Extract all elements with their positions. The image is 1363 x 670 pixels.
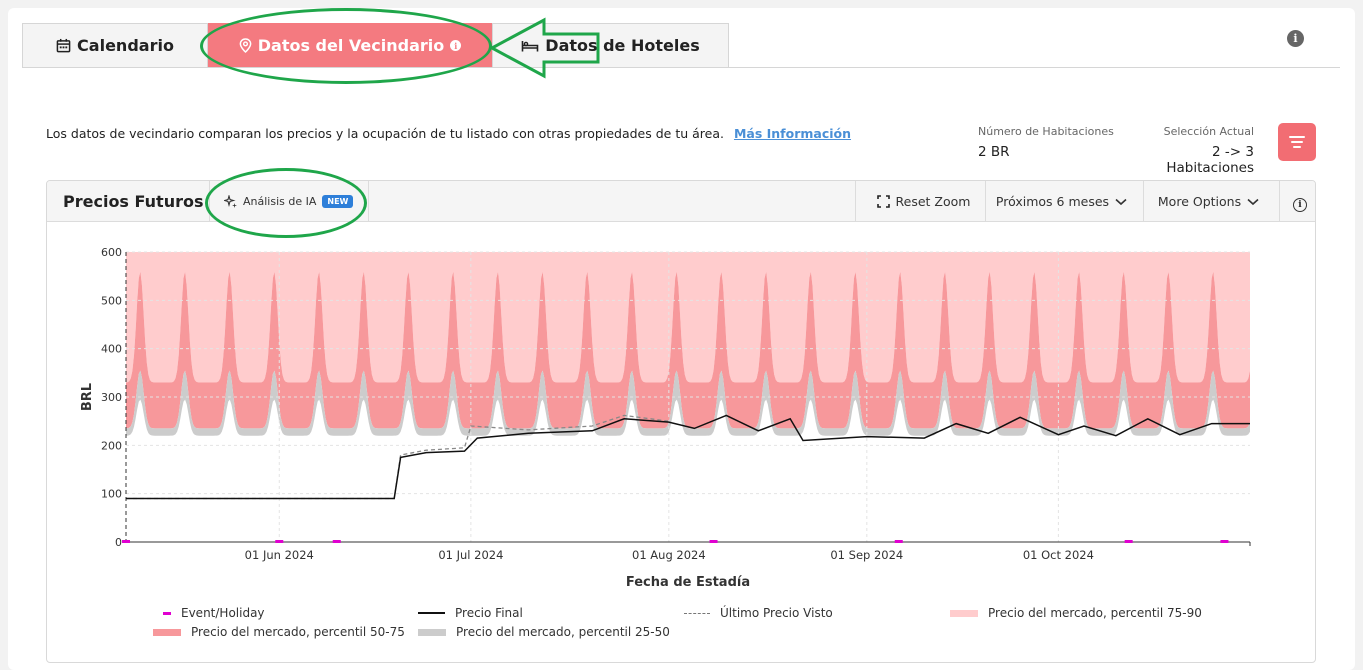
event-holiday-marker [1220, 540, 1229, 543]
legend-label: Último Precio Visto [720, 606, 833, 620]
info-icon[interactable]: i [1287, 30, 1304, 47]
legend-label: Precio Final [455, 606, 523, 620]
legend-p75-90: Precio del mercado, percentil 75-90 [950, 606, 1202, 620]
description-text: Los datos de vecindario comparan los pre… [46, 126, 724, 141]
event-holiday-marker [894, 540, 903, 543]
info-icon[interactable]: i [1293, 198, 1307, 212]
legend-label: Precio del mercado, percentil 25-50 [456, 625, 670, 639]
x-axis-title: Fecha de Estadía [626, 575, 750, 590]
tab-divider [22, 67, 1340, 68]
y-tick-label: 500 [101, 294, 122, 307]
y-tick-label: 600 [101, 246, 122, 259]
event-holiday-marker [122, 540, 130, 543]
legend-p50-75: Precio del mercado, percentil 50-75 [153, 625, 405, 639]
range-select[interactable]: Próximos 6 meses [985, 181, 1143, 222]
chevron-down-icon [1247, 198, 1259, 205]
legend-p25-50: Precio del mercado, percentil 25-50 [418, 625, 670, 639]
selection-value: 2 -> 3 Habitaciones [1166, 144, 1254, 176]
panel-title: Precios Futuros [63, 192, 204, 211]
annotation-ellipse-tab [200, 8, 492, 84]
legend-swatch-final [418, 612, 445, 614]
x-tick-label: 01 Aug 2024 [632, 548, 706, 562]
x-tick-label: 01 Sep 2024 [830, 548, 903, 562]
reset-zoom-label: Reset Zoom [895, 194, 971, 209]
legend-swatch-p50-75 [153, 628, 181, 636]
page: Calendario Datos del Vecindario i Datos … [8, 8, 1355, 670]
filter-icon [1289, 136, 1305, 138]
rooms-value: 2 BR [978, 144, 1010, 160]
more-options-label: More Options [1157, 194, 1242, 209]
legend-swatch-dashed [684, 612, 710, 614]
reset-zoom-button[interactable]: Reset Zoom [855, 181, 985, 222]
selection-label: Selección Actual [1163, 125, 1254, 138]
legend-event-holiday: Event/Holiday [163, 606, 265, 620]
x-tick-label: 01 Jul 2024 [438, 548, 503, 562]
x-tick-label: 01 Oct 2024 [1023, 548, 1094, 562]
event-holiday-marker [332, 540, 341, 543]
range-select-value: Próximos 6 meses [995, 194, 1110, 209]
x-tick-label: 01 Jun 2024 [245, 548, 314, 562]
y-axis-title: BRL [80, 383, 95, 411]
legend-ultimo-precio: Último Precio Visto [684, 606, 833, 620]
filter-icon-line [1293, 146, 1301, 148]
zoom-reset-icon [876, 195, 890, 208]
rooms-stat: Número de Habitaciones 2 BR [978, 125, 1114, 160]
y-tick-label: 300 [101, 391, 122, 404]
chevron-down-icon [1115, 198, 1127, 205]
legend-swatch-p25-50 [418, 628, 446, 636]
legend-label: Event/Holiday [181, 606, 265, 620]
calendar-icon [56, 38, 71, 53]
future-prices-panel: Precios Futuros Análisis de IA NEW Reset… [46, 180, 1316, 663]
y-tick-label: 100 [101, 488, 122, 501]
price-chart: 0 100 200 300 400 500 600 01 Jun 2024 01 Jul 202… [80, 246, 1251, 590]
legend-precio-final: Precio Final [418, 606, 523, 620]
event-holiday-marker [709, 540, 718, 543]
legend-label: Precio del mercado, percentil 50-75 [191, 625, 405, 639]
annotation-arrow [488, 17, 600, 79]
y-tick-label: 200 [101, 439, 122, 452]
event-holiday-marker [1124, 540, 1133, 543]
annotation-ellipse-ai [205, 168, 367, 238]
tab-calendario[interactable]: Calendario [22, 23, 208, 67]
legend-swatch-event [163, 611, 171, 615]
description: Los datos de vecindario comparan los pre… [46, 126, 851, 141]
y-tick-label: 400 [101, 343, 122, 356]
rooms-label: Número de Habitaciones [978, 125, 1114, 138]
filter-icon-line [1291, 141, 1303, 143]
selection-stat: Selección Actual 2 -> 3 Habitaciones [1128, 125, 1254, 176]
legend-swatch-p75-90 [950, 609, 978, 617]
legend-label: Precio del mercado, percentil 75-90 [988, 606, 1202, 620]
event-holiday-marker [275, 540, 284, 543]
more-options-select[interactable]: More Options [1143, 181, 1279, 222]
tab-calendario-label: Calendario [77, 36, 174, 55]
filter-button[interactable] [1278, 123, 1316, 161]
mas-informacion-link[interactable]: Más Información [734, 126, 851, 141]
y-tick-label: 0 [115, 536, 122, 549]
